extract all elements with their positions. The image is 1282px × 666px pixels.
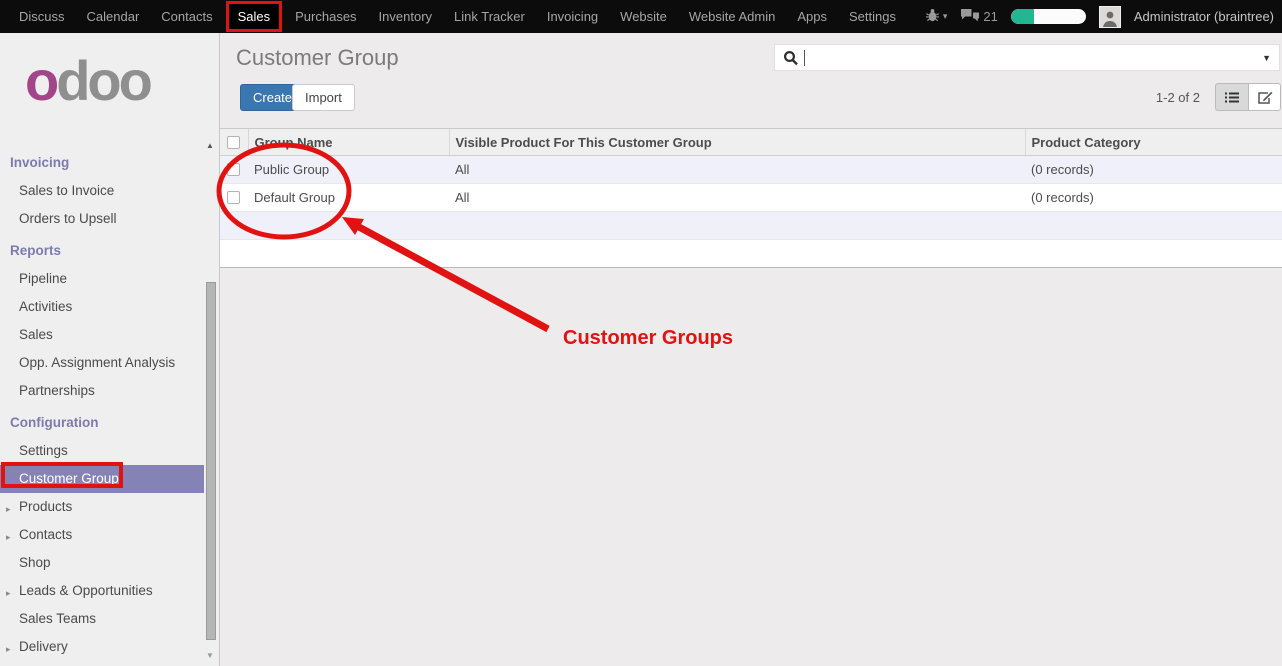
sidebar-item-leads-opportunities-label: Leads & Opportunities <box>19 583 153 598</box>
cell-product-category[interactable]: (0 records) <box>1025 156 1282 184</box>
edit-pencil-icon <box>1257 90 1273 104</box>
nav-item-apps[interactable]: Apps <box>786 0 838 33</box>
chevron-right-icon: ▸ <box>6 642 11 656</box>
customer-group-list: Group Name Visible Product For This Cust… <box>220 128 1282 268</box>
scrollbar-thumb[interactable] <box>206 282 216 640</box>
column-header-product-category[interactable]: Product Category <box>1025 129 1282 156</box>
sidebar-item-partnerships[interactable]: Partnerships <box>0 377 204 405</box>
search-dropdown-caret-icon[interactable]: ▼ <box>1262 53 1271 63</box>
person-icon <box>1101 9 1119 27</box>
table-row-public-group[interactable]: Public Group All (0 records) <box>220 156 1282 184</box>
search-icon <box>783 50 799 66</box>
form-view-button[interactable] <box>1248 83 1281 111</box>
list-icon <box>1224 91 1240 104</box>
user-menu[interactable]: Administrator (braintree) <box>1134 9 1274 24</box>
text-cursor <box>804 50 805 66</box>
chat-bubbles-icon <box>960 8 980 26</box>
topbar-right-tools: ▾ 21 Administrator (braintree) <box>925 0 1282 33</box>
sidebar-item-leads-opportunities[interactable]: ▸ Leads & Opportunities <box>0 577 204 605</box>
odoo-logo[interactable]: odoo <box>25 53 150 109</box>
table-header-row: Group Name Visible Product For This Cust… <box>220 129 1282 156</box>
main-content: Customer Group ▼ Create Import 1-2 of 2 <box>220 33 1282 666</box>
sidebar-item-opp-assignment-analysis[interactable]: Opp. Assignment Analysis <box>0 349 204 377</box>
sidebar-item-activities[interactable]: Activities <box>0 293 204 321</box>
scrollbar-down-arrow[interactable]: ▼ <box>206 651 214 660</box>
sidebar-section-invoicing[interactable]: Invoicing <box>0 145 204 177</box>
sidebar-section-reports[interactable]: Reports <box>0 233 204 265</box>
status-progress-pill[interactable] <box>1011 9 1086 24</box>
column-header-visible-product[interactable]: Visible Product For This Customer Group <box>449 129 1025 156</box>
odoo-logo-rest: doo <box>56 49 150 112</box>
user-menu-label: Administrator (braintree) <box>1134 9 1274 24</box>
scrollbar-up-arrow[interactable]: ▲ <box>206 141 214 150</box>
cell-group-name[interactable]: Default Group <box>248 184 449 212</box>
sidebar-section-configuration[interactable]: Configuration <box>0 405 204 437</box>
debug-bug-menu[interactable]: ▾ <box>925 7 948 26</box>
sidebar-item-shop[interactable]: Shop <box>0 549 204 577</box>
select-all-checkbox[interactable] <box>227 136 240 149</box>
row-checkbox[interactable] <box>227 191 240 204</box>
sidebar-item-products-label: Products <box>19 499 72 514</box>
nav-item-inventory[interactable]: Inventory <box>368 0 443 33</box>
sidebar-item-sales[interactable]: Sales <box>0 321 204 349</box>
nav-item-website-admin[interactable]: Website Admin <box>678 0 786 33</box>
table-empty-row <box>220 212 1282 240</box>
sidebar-item-contacts-label: Contacts <box>19 527 72 542</box>
sidebar-item-sales-teams[interactable]: Sales Teams <box>0 605 204 633</box>
table-row-default-group[interactable]: Default Group All (0 records) <box>220 184 1282 212</box>
nav-item-invoicing[interactable]: Invoicing <box>536 0 609 33</box>
nav-item-discuss[interactable]: Discuss <box>8 0 76 33</box>
nav-item-purchases[interactable]: Purchases <box>284 0 367 33</box>
cell-visible-product[interactable]: All <box>449 184 1025 212</box>
nav-item-website[interactable]: Website <box>609 0 678 33</box>
sidebar-item-customer-group-label: Customer Group <box>19 471 119 486</box>
status-progress-fill <box>1011 9 1034 24</box>
message-count: 21 <box>983 9 997 24</box>
table-empty-row <box>220 240 1282 268</box>
sidebar-item-pipeline[interactable]: Pipeline <box>0 265 204 293</box>
sidebar-item-sales-to-invoice[interactable]: Sales to Invoice <box>0 177 204 205</box>
nav-item-contacts[interactable]: Contacts <box>150 0 223 33</box>
sidebar-item-products[interactable]: ▸ Products <box>0 493 204 521</box>
chevron-down-icon: ▾ <box>943 11 948 22</box>
nav-item-settings[interactable]: Settings <box>838 0 907 33</box>
sidebar-scrollbar[interactable]: ▲ ▼ <box>204 33 219 666</box>
bug-icon <box>925 7 940 26</box>
top-menu-bar: Discuss Calendar Contacts Sales Purchase… <box>0 0 1282 33</box>
cell-product-category[interactable]: (0 records) <box>1025 184 1282 212</box>
chevron-right-icon: ▸ <box>6 586 11 600</box>
row-checkbox-cell[interactable] <box>220 156 248 184</box>
row-checkbox[interactable] <box>227 163 240 176</box>
messages-indicator[interactable]: 21 <box>960 8 997 26</box>
sidebar-menu: Invoicing Sales to Invoice Orders to Ups… <box>0 145 204 661</box>
sidebar-item-customer-group-selected[interactable]: Customer Group <box>0 465 204 493</box>
nav-item-sales-active[interactable]: Sales <box>226 1 283 32</box>
list-view-button[interactable] <box>1215 83 1248 111</box>
chevron-right-icon: ▸ <box>6 530 11 544</box>
nav-item-calendar[interactable]: Calendar <box>76 0 151 33</box>
row-checkbox-cell[interactable] <box>220 184 248 212</box>
sidebar-item-delivery-label: Delivery <box>19 639 68 654</box>
column-header-group-name[interactable]: Group Name <box>248 129 449 156</box>
import-button[interactable]: Import <box>292 84 355 111</box>
page-title: Customer Group <box>236 45 399 71</box>
sidebar-item-contacts[interactable]: ▸ Contacts <box>0 521 204 549</box>
nav-item-link-tracker[interactable]: Link Tracker <box>443 0 536 33</box>
odoo-logo-accent-letter: o <box>25 49 56 112</box>
sidebar-item-settings[interactable]: Settings <box>0 437 204 465</box>
sidebar-item-delivery[interactable]: ▸ Delivery <box>0 633 204 661</box>
view-switcher <box>1215 83 1281 111</box>
cell-group-name[interactable]: Public Group <box>248 156 449 184</box>
pager-range[interactable]: 1-2 of 2 <box>1156 90 1200 105</box>
sidebar-item-orders-to-upsell[interactable]: Orders to Upsell <box>0 205 204 233</box>
search-box[interactable]: ▼ <box>774 44 1280 71</box>
select-all-header-cell[interactable] <box>220 129 248 156</box>
chevron-right-icon: ▸ <box>6 502 11 516</box>
user-avatar[interactable] <box>1099 6 1121 28</box>
search-input[interactable] <box>807 48 1262 68</box>
app-sidebar: odoo Invoicing Sales to Invoice Orders t… <box>0 33 220 666</box>
cell-visible-product[interactable]: All <box>449 156 1025 184</box>
